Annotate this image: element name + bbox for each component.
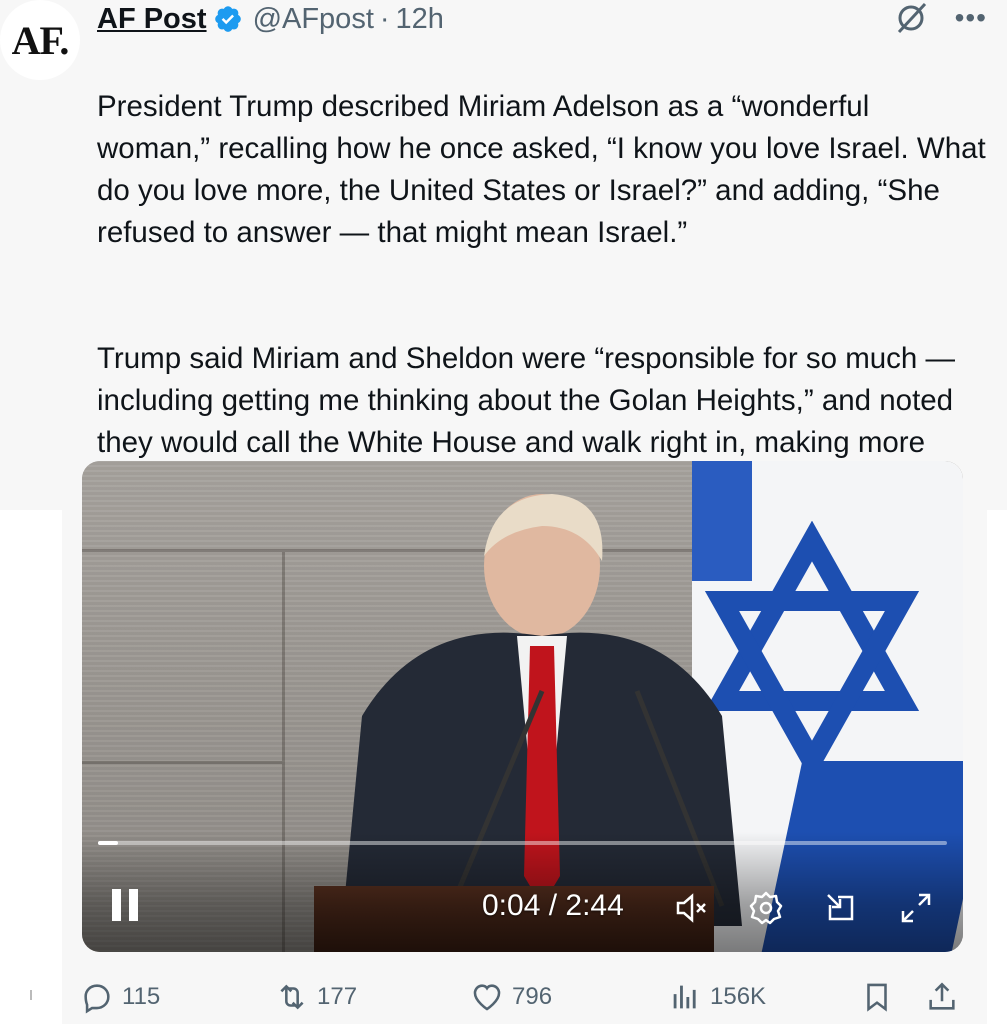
avatar[interactable]: AF.	[0, 0, 80, 80]
tweet-time[interactable]: 12h	[396, 3, 444, 36]
like-icon	[473, 984, 501, 1011]
video-progress-fill	[98, 841, 119, 845]
video-progress-bar[interactable]	[98, 841, 947, 845]
reply-count: 115	[122, 983, 161, 1010]
video-player[interactable]: 0:04 / 2:44	[82, 461, 963, 952]
views-count: 156K	[710, 983, 767, 1010]
reply-button[interactable]: 115	[80, 980, 160, 1014]
tweet-header: AF Post @AFpost · 12h	[97, 0, 987, 38]
divider-tick	[30, 990, 32, 1000]
bookmark-icon	[867, 983, 887, 1012]
fullscreen-icon[interactable]	[897, 889, 935, 927]
reply-icon	[84, 984, 110, 1014]
repost-icon	[280, 984, 304, 1010]
views-button[interactable]: 156K	[668, 980, 766, 1014]
author-handle[interactable]: @AFpost	[253, 3, 374, 36]
repost-button[interactable]: 177	[275, 980, 357, 1014]
wall-joint	[82, 761, 282, 764]
header-actions: •••	[893, 0, 987, 36]
mute-icon[interactable]	[672, 889, 710, 927]
share-button[interactable]	[925, 980, 959, 1014]
settings-icon[interactable]	[747, 889, 785, 927]
video-time-readout: 0:04 / 2:44	[482, 889, 624, 922]
tweet-actions: 115 177 796 156K	[80, 980, 980, 1020]
grok-icon[interactable]	[893, 0, 929, 36]
repost-count: 177	[317, 983, 358, 1010]
tweet-paragraph: President Trump described Miriam Adelson…	[97, 90, 986, 249]
pause-button[interactable]	[112, 889, 144, 925]
pip-icon[interactable]	[822, 889, 860, 927]
pause-icon	[129, 889, 138, 921]
like-button[interactable]: 796	[470, 980, 552, 1014]
share-icon	[929, 982, 955, 1010]
pause-icon	[112, 889, 121, 921]
verified-badge-icon	[214, 6, 241, 32]
separator-dot: ·	[379, 2, 390, 35]
display-name[interactable]: AF Post	[97, 3, 207, 36]
like-count: 796	[512, 983, 553, 1010]
views-icon	[673, 985, 696, 1009]
bookmark-button[interactable]	[860, 980, 894, 1014]
more-icon[interactable]: •••	[955, 4, 987, 32]
